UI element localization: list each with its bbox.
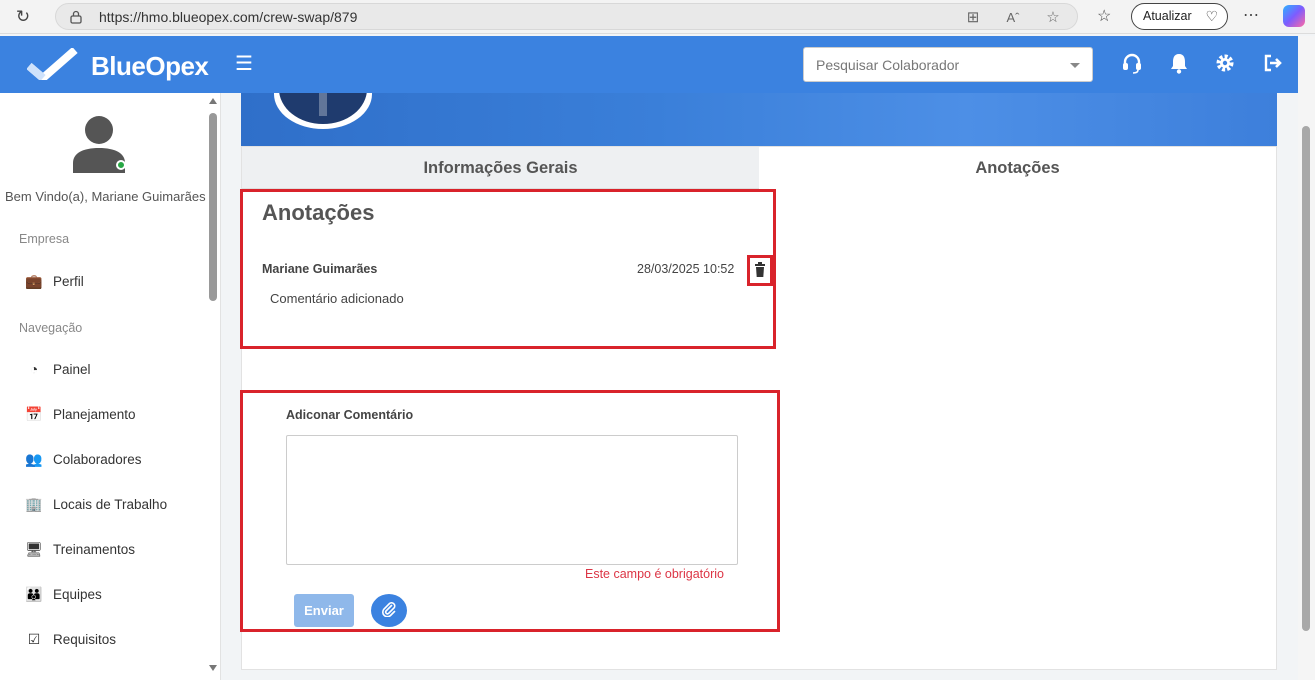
paperclip-icon (381, 602, 396, 618)
devices-icon: 🖥 (25, 541, 43, 557)
users-icon: 👥 (25, 451, 43, 467)
team-icon: 👪 (25, 586, 43, 602)
sidebar-item-equipes[interactable]: 👪 Equipes (25, 583, 200, 609)
profile-avatar (274, 93, 372, 129)
sidebar-item-painel[interactable]: ◔ Painel (25, 358, 200, 384)
favorites-icon[interactable]: ☆ (1097, 6, 1111, 26)
app-header: BlueOpex ☰ Pesquisar Colaborador (0, 36, 1298, 93)
online-status-indicator (116, 160, 126, 170)
calendar-icon: 📅 (25, 406, 43, 422)
briefcase-icon: 💼 (25, 273, 43, 289)
sidebar-item-treinamentos[interactable]: 🖥 Treinamentos (25, 538, 200, 564)
update-button[interactable]: Atualizar ♡ (1131, 3, 1228, 30)
section-nav-label: Navegação (19, 321, 83, 335)
url-text[interactable]: https://hmo.blueopex.com/crew-swap/879 (99, 9, 357, 25)
attach-button[interactable] (371, 594, 407, 627)
page-scroll-thumb[interactable] (1302, 126, 1310, 631)
add-comment-label: Adiconar Comentário (286, 408, 414, 422)
scroll-down-icon[interactable] (209, 665, 217, 671)
profile-banner (241, 93, 1277, 146)
sidebar-scroll-thumb[interactable] (209, 113, 217, 301)
welcome-text: Bem Vindo(a), Mariane Guimarães (5, 189, 206, 204)
logo-text[interactable]: BlueOpex (91, 51, 209, 82)
search-placeholder: Pesquisar Colaborador (816, 57, 960, 73)
lock-icon (70, 10, 82, 24)
sidebar-item-perfil[interactable]: 💼 Perfil (25, 270, 200, 296)
logo-icon[interactable] (27, 48, 79, 80)
sidebar-item-label: Planejamento (53, 407, 136, 422)
copilot-icon[interactable] (1283, 5, 1305, 27)
hamburger-menu-icon[interactable]: ☰ (235, 51, 253, 76)
app-grid-icon[interactable]: ⊞ (964, 8, 982, 26)
sidebar-item-requisitos[interactable]: ☑ Requisitos (25, 628, 200, 654)
sidebar-item-colaboradores[interactable]: 👥 Colaboradores (25, 448, 200, 474)
heart-icon: ♡ (1205, 8, 1218, 24)
sidebar-item-label: Requisitos (53, 632, 117, 647)
sidebar-item-label: Locais de Trabalho (53, 497, 168, 512)
chevron-down-icon (1070, 63, 1080, 68)
building-icon: 🏢 (25, 496, 43, 512)
scroll-up-icon[interactable] (209, 98, 217, 104)
more-icon[interactable]: ⋯ (1243, 5, 1260, 25)
trash-icon[interactable] (752, 261, 768, 279)
sidebar-item-locais[interactable]: 🏢 Locais de Trabalho (25, 493, 200, 519)
headset-icon[interactable] (1121, 51, 1143, 75)
comment-textarea[interactable] (286, 435, 738, 565)
tab-informacoes-gerais[interactable]: Informações Gerais (242, 147, 759, 189)
collaborator-search-select[interactable]: Pesquisar Colaborador (803, 47, 1093, 82)
sidebar-scrollbar[interactable] (207, 93, 219, 680)
logout-icon[interactable] (1262, 51, 1284, 75)
checkbox-icon: ☑ (27, 631, 41, 647)
sidebar-item-label: Perfil (53, 274, 84, 289)
reload-icon[interactable]: ↻ (12, 6, 34, 28)
sidebar-item-label: Treinamentos (53, 542, 136, 557)
browser-toolbar: ↻ https://hmo.blueopex.com/crew-swap/879… (0, 0, 1315, 34)
page-scrollbar[interactable] (1298, 36, 1315, 680)
address-bar[interactable]: https://hmo.blueopex.com/crew-swap/879 ⊞… (55, 3, 1078, 30)
sidebar-item-label: Painel (53, 362, 91, 377)
gear-icon[interactable] (1214, 51, 1236, 75)
note-timestamp: 28/03/2025 10:52 (637, 262, 735, 276)
bell-icon[interactable] (1168, 51, 1190, 75)
sidebar-item-label: Colaboradores (53, 452, 142, 467)
send-button[interactable]: Enviar (294, 594, 354, 627)
notes-title: Anotações (262, 200, 375, 225)
sidebar-item-label: Equipes (53, 587, 102, 602)
tab-anotacoes[interactable]: Anotações (759, 147, 1276, 189)
sidebar: Bem Vindo(a), Mariane Guimarães Empresa … (0, 93, 221, 680)
star-icon[interactable]: ☆ (1044, 8, 1062, 26)
note-author: Mariane Guimarães (262, 262, 378, 276)
validation-error: Este campo é obrigatório (585, 567, 724, 581)
sidebar-item-planejamento[interactable]: 📅 Planejamento (25, 403, 200, 429)
section-company-label: Empresa (19, 232, 70, 246)
update-label: Atualizar (1143, 9, 1192, 23)
note-text: Comentário adicionado (270, 291, 404, 306)
dashboard-icon: ◔ (29, 361, 39, 377)
read-aloud-icon[interactable]: Aˆ (1004, 10, 1022, 25)
